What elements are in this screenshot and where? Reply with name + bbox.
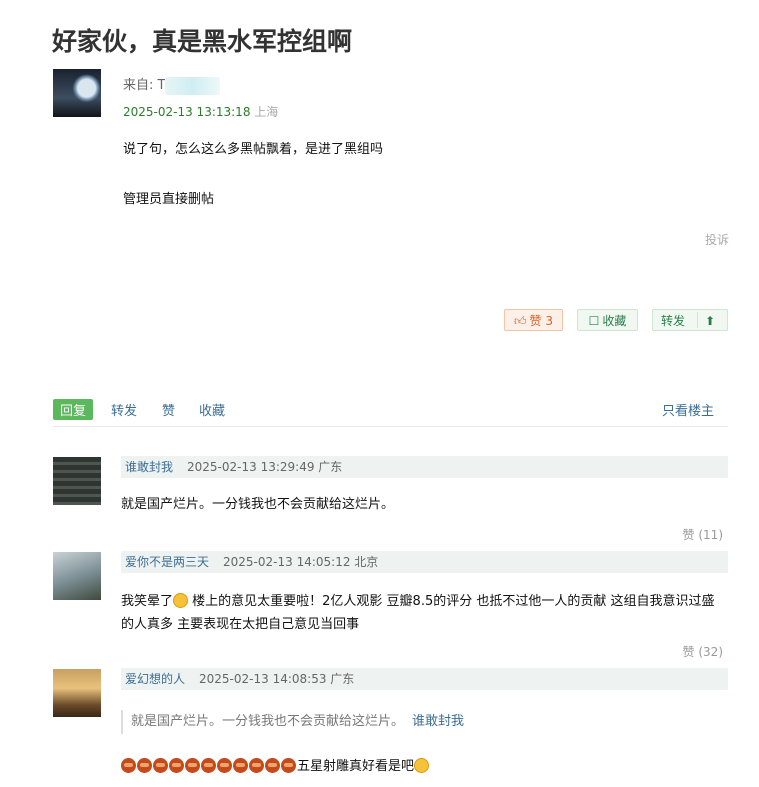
only-owner-link[interactable]: 只看楼主 bbox=[662, 400, 714, 419]
vomit-emoji-icon bbox=[281, 758, 296, 773]
comment-username[interactable]: 爱你不是两三天 bbox=[125, 555, 209, 569]
comment-header: 爱你不是两三天 2025-02-13 14:05:12 北京 bbox=[121, 551, 728, 573]
report-link[interactable]: 投诉 bbox=[705, 231, 729, 248]
comment-like-link[interactable]: 赞 (32) bbox=[683, 643, 723, 660]
vomit-emoji-icon bbox=[249, 758, 264, 773]
share-icon[interactable]: ⬆︎ bbox=[705, 310, 715, 332]
comment-avatar[interactable] bbox=[53, 457, 101, 505]
post-time: 2025-02-13 13:13:18 bbox=[123, 105, 251, 119]
comment-text: 就是国产烂片。一分钱我也不会贡献给这烂片。 bbox=[121, 497, 395, 512]
quoted-reply: 就是国产烂片。一分钱我也不会贡献给这烂片。 谁敢封我 bbox=[121, 710, 464, 734]
share-divider bbox=[697, 312, 698, 328]
comment-action-bar: 回复 转发 赞 收藏 只看楼主 bbox=[53, 398, 728, 427]
vomit-emoji-icon bbox=[137, 758, 152, 773]
share-button-label: 转发 bbox=[661, 314, 686, 328]
comment-username[interactable]: 爱幻想的人 bbox=[125, 672, 185, 686]
share-button[interactable]: 转发 ⬆︎ bbox=[652, 309, 728, 331]
comment-text-rest: 楼上的意见太重要啦！2亿人观影 豆瓣8.5的评分 也抵不过他一人的贡献 这组自我… bbox=[121, 594, 715, 632]
smile-emoji-icon bbox=[414, 758, 430, 773]
comment-text-body: 五星射雕真好看是吧 bbox=[297, 759, 415, 774]
favorite-button[interactable]: ☐ 收藏 bbox=[577, 309, 638, 331]
comment-time: 2025-02-13 14:05:12 北京 bbox=[223, 555, 379, 569]
vomit-emoji-icon bbox=[265, 758, 280, 773]
author-name[interactable]: T bbox=[158, 78, 166, 93]
vomit-emoji-icon bbox=[169, 758, 184, 773]
post-timestamp: 2025-02-13 13:13:18 上海 bbox=[123, 103, 278, 120]
like-link[interactable]: 赞 bbox=[162, 400, 175, 419]
comment-like-link[interactable]: 赞 (11) bbox=[683, 526, 723, 543]
author-avatar[interactable] bbox=[53, 69, 101, 117]
comment-avatar[interactable] bbox=[53, 669, 101, 717]
author-name-blurred bbox=[165, 76, 221, 95]
comment-header: 爱幻想的人 2025-02-13 14:08:53 广东 bbox=[121, 668, 728, 690]
like-button-label: 赞 3 bbox=[529, 314, 553, 328]
reply-button[interactable]: 回复 bbox=[53, 399, 94, 420]
author-line: 来自: T bbox=[123, 74, 221, 95]
vomit-emoji-icon bbox=[233, 758, 248, 773]
comment-avatar[interactable] bbox=[53, 552, 101, 600]
comment-text: 我笑晕了 楼上的意见太重要啦！2亿人观影 豆瓣8.5的评分 也抵不过他一人的贡献… bbox=[121, 590, 726, 636]
vomit-emoji-icon bbox=[153, 758, 168, 773]
comment-time: 2025-02-13 14:08:53 广东 bbox=[199, 672, 355, 686]
comment-header: 谁敢封我 2025-02-13 13:29:49 广东 bbox=[121, 456, 728, 478]
like-button[interactable]: 👍︎ 赞 3 bbox=[504, 309, 563, 331]
laughing-emoji-icon bbox=[173, 593, 189, 608]
post-paragraph-2: 管理员直接删帖 bbox=[123, 192, 215, 207]
comment-text-start: 我笑晕了 bbox=[121, 594, 174, 609]
vomit-emoji-icon bbox=[201, 758, 216, 773]
comment-text: 五星射雕真好看是吧 bbox=[121, 755, 430, 774]
from-label: 来自: bbox=[123, 78, 158, 93]
favorite-button-label: 收藏 bbox=[602, 314, 627, 328]
comment-username[interactable]: 谁敢封我 bbox=[125, 460, 173, 474]
post-location: 上海 bbox=[254, 105, 279, 119]
post-paragraph-1: 说了句，怎么这么多黑帖飘着，是进了黑组吗 bbox=[123, 142, 384, 157]
bookmark-icon: ☐ bbox=[588, 314, 600, 328]
quoted-text: 就是国产烂片。一分钱我也不会贡献给这烂片。 bbox=[131, 714, 405, 729]
thumbs-up-icon: 👍︎ bbox=[514, 314, 527, 328]
quoted-username[interactable]: 谁敢封我 bbox=[412, 714, 464, 729]
vomit-emoji-icon bbox=[217, 758, 232, 773]
favorite-link[interactable]: 收藏 bbox=[199, 400, 225, 419]
vomit-emoji-icon bbox=[121, 758, 136, 773]
comment-time: 2025-02-13 13:29:49 广东 bbox=[187, 460, 343, 474]
vomit-emoji-icon bbox=[185, 758, 200, 773]
post-title: 好家伙，真是黑水军控组啊 bbox=[52, 27, 353, 56]
forward-link[interactable]: 转发 bbox=[111, 400, 137, 419]
